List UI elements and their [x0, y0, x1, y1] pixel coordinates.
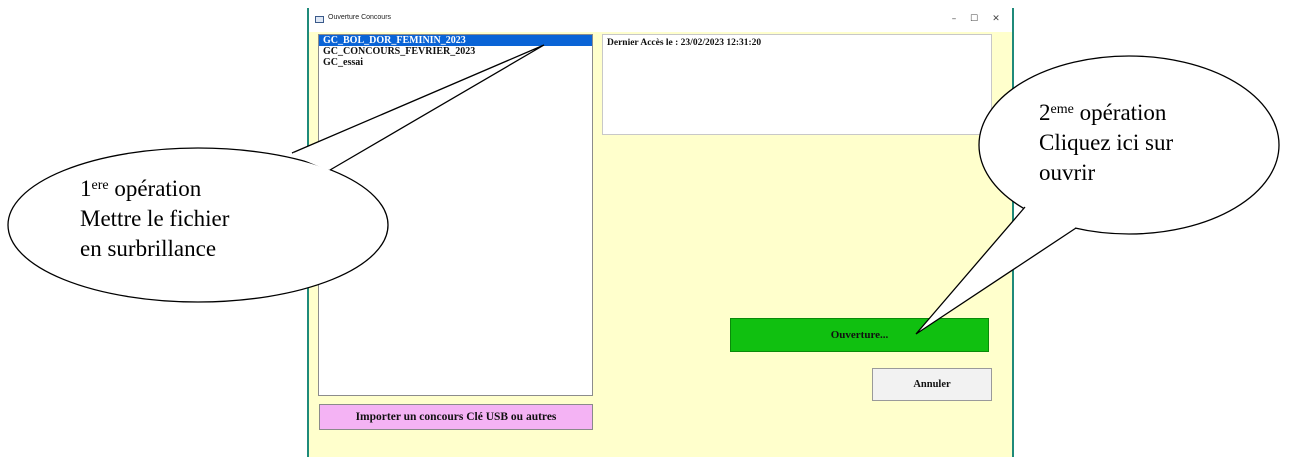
callout-text-first: 1ere opération Mettre le fichier en surb… — [80, 174, 229, 264]
callout-line: Cliquez ici sur — [1039, 130, 1174, 155]
callout-line: Mettre le fichier — [80, 206, 230, 231]
callout-superscript: ere — [91, 178, 109, 193]
callout-line: ouvrir — [1039, 160, 1096, 185]
callout-text-second: 2eme opération Cliquez ici sur ouvrir — [1039, 98, 1173, 188]
callout-number: 1 — [80, 176, 92, 201]
callout-line: opération — [1073, 100, 1167, 125]
callout-line: en surbrillance — [80, 236, 217, 261]
callout-line: opération — [108, 176, 202, 201]
callout-superscript: eme — [1050, 102, 1074, 117]
callout-number: 2 — [1039, 100, 1051, 125]
